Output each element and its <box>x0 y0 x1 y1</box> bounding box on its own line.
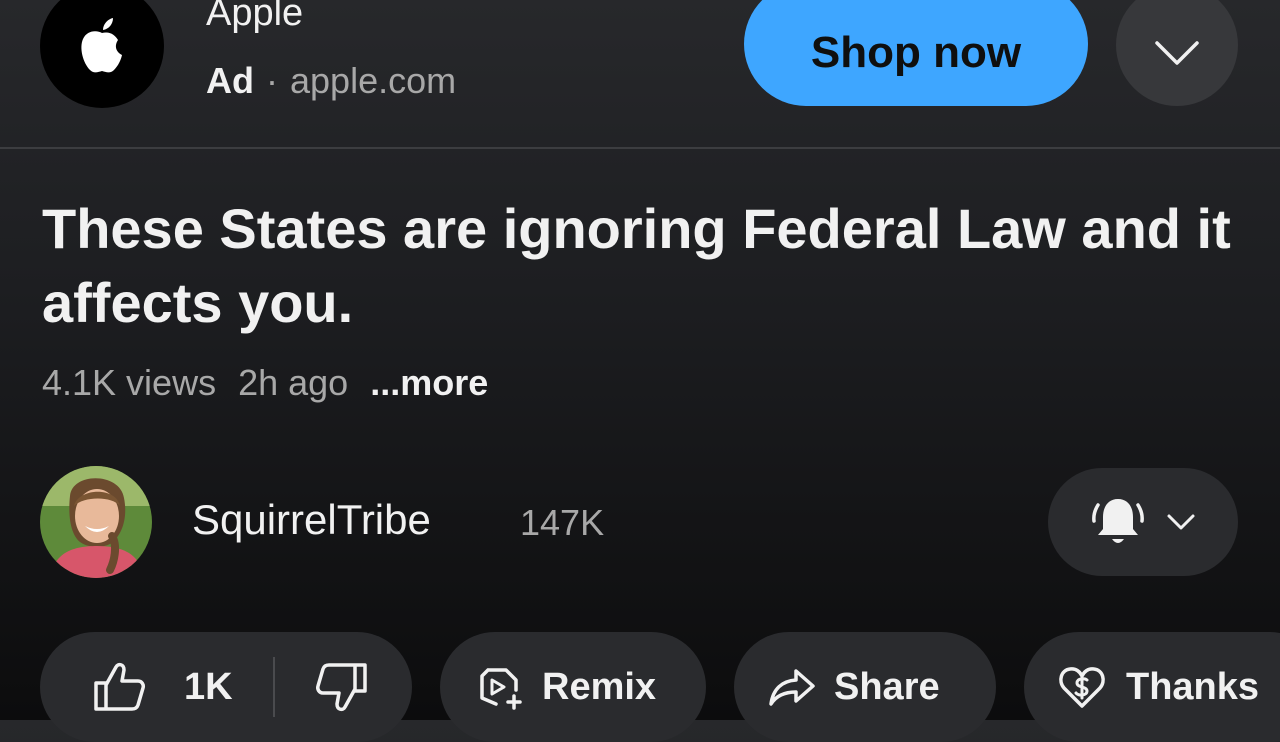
ad-meta: Ad · apple.com <box>206 60 456 102</box>
bell-icon <box>1092 499 1144 543</box>
shop-now-button[interactable]: Shop now <box>744 0 1088 106</box>
chevron-down-icon <box>1167 514 1195 530</box>
thanks-label: Thanks <box>1126 665 1260 708</box>
thanks-button[interactable]: Thanks <box>1024 632 1280 742</box>
thumbs-up-icon <box>94 662 145 711</box>
like-button[interactable]: 1K <box>92 661 233 713</box>
heart-dollar-icon <box>1059 667 1105 708</box>
notification-button[interactable] <box>1048 468 1238 576</box>
channel-avatar[interactable] <box>40 466 152 578</box>
ad-expand-button[interactable] <box>1116 0 1238 106</box>
remix-button[interactable]: Remix <box>440 632 706 742</box>
like-dislike-group: 1K <box>40 632 412 742</box>
advertiser-logo[interactable] <box>40 0 164 108</box>
section-divider <box>0 147 1280 149</box>
share-label: Share <box>834 665 940 708</box>
ad-domain[interactable]: apple.com <box>290 60 456 101</box>
advertiser-name[interactable]: Apple <box>206 0 303 35</box>
apple-logo-icon <box>81 18 122 73</box>
video-stats[interactable]: 4.1K views 2h ago ...more <box>42 362 510 404</box>
upload-age: 2h ago <box>238 362 349 403</box>
like-dislike-divider <box>272 657 275 717</box>
share-icon <box>769 669 815 706</box>
like-count: 1K <box>184 665 233 708</box>
view-count: 4.1K views <box>42 362 217 403</box>
ad-label: Ad <box>206 60 254 101</box>
subscriber-count: 147K <box>520 502 605 543</box>
channel-name[interactable]: SquirrelTribe <box>192 496 431 544</box>
dislike-button[interactable] <box>315 661 369 713</box>
meta-separator: · <box>266 60 278 101</box>
thumbs-down-icon <box>315 663 367 712</box>
remix-icon <box>480 668 522 710</box>
video-title[interactable]: These States are ignoring Federal Law an… <box>42 192 1242 340</box>
remix-label: Remix <box>542 665 657 708</box>
more-link[interactable]: ...more <box>370 362 488 403</box>
share-button[interactable]: Share <box>734 632 996 742</box>
chevron-down-icon <box>1155 41 1199 65</box>
